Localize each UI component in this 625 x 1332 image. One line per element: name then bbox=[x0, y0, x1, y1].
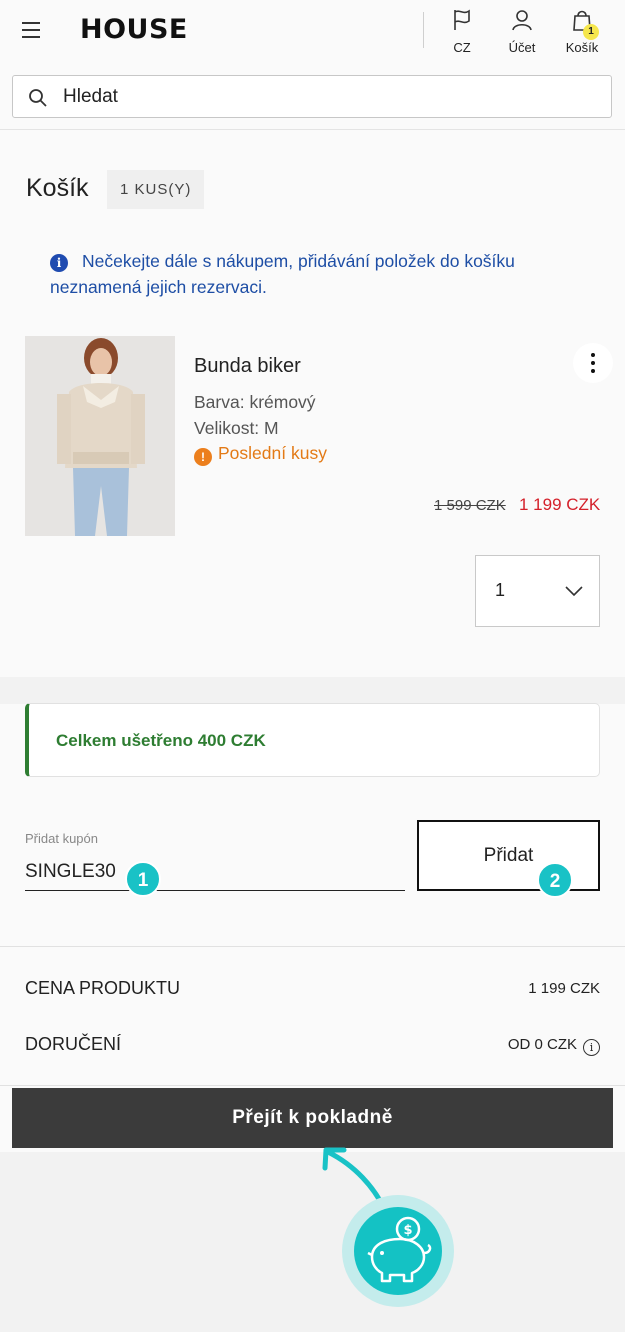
product-image[interactable] bbox=[25, 336, 175, 536]
header: HOUSE CZ Účet 1 Košík bbox=[0, 0, 625, 130]
cart-label: Košík bbox=[565, 40, 599, 55]
product-price-label: CENA PRODUKTU bbox=[25, 978, 181, 998]
chevron-down-icon bbox=[565, 586, 583, 597]
country-selector[interactable]: CZ bbox=[434, 8, 490, 55]
divider bbox=[0, 1085, 625, 1086]
quantity-value: 1 bbox=[495, 580, 506, 600]
header-divider bbox=[423, 12, 424, 48]
user-icon bbox=[512, 10, 532, 31]
sale-price: 1 199 CZK bbox=[519, 495, 601, 514]
product-color: Barva: krémový bbox=[194, 392, 316, 412]
delivery-label: DORUČENÍ bbox=[25, 1034, 122, 1054]
menu-icon[interactable] bbox=[22, 22, 40, 38]
step-marker-2: 2 bbox=[537, 862, 573, 898]
search-bar[interactable] bbox=[12, 75, 612, 118]
savings-box: Celkem ušetřeno 400 CZK bbox=[25, 703, 600, 777]
product-size: Velikost: M bbox=[194, 418, 279, 438]
account-link[interactable]: Účet bbox=[494, 8, 550, 55]
page-title: Košík bbox=[26, 174, 89, 202]
checkout-button[interactable]: Přejít k pokladně bbox=[12, 1088, 613, 1148]
item-count-badge: 1 KUS(Y) bbox=[107, 170, 205, 209]
divider bbox=[0, 946, 625, 947]
flag-icon bbox=[454, 9, 470, 30]
delivery-value: OD 0 CZK bbox=[507, 1036, 577, 1053]
logo[interactable]: HOUSE bbox=[80, 14, 188, 45]
svg-text:$: $ bbox=[403, 1223, 412, 1238]
cart-link[interactable]: 1 Košík bbox=[554, 8, 610, 55]
country-label: CZ bbox=[453, 40, 471, 55]
piggy-bank-icon: $ bbox=[367, 1216, 432, 1283]
product-price-value: 1 199 CZK bbox=[528, 980, 600, 997]
step-marker-1: 1 bbox=[125, 861, 161, 897]
search-input[interactable] bbox=[63, 85, 583, 109]
cart-count-badge: 1 bbox=[583, 24, 599, 40]
more-options-button[interactable] bbox=[573, 343, 613, 383]
coupon-label: Přidat kupón bbox=[25, 831, 98, 846]
section-separator bbox=[0, 677, 625, 704]
account-label: Účet bbox=[508, 40, 536, 55]
piggy-bank-badge: $ bbox=[342, 1195, 454, 1307]
product-name[interactable]: Bunda biker bbox=[194, 355, 301, 378]
delivery-value-row: OD 0 CZK i bbox=[508, 1036, 600, 1056]
savings-text: Celkem ušetřeno 400 CZK bbox=[56, 731, 266, 750]
original-price: 1 599 CZK bbox=[434, 497, 506, 514]
info-message: Nečekejte dále s nákupem, přidávání polo… bbox=[50, 251, 515, 297]
search-icon bbox=[29, 89, 47, 107]
stock-status: ! Poslední kusy bbox=[194, 443, 327, 466]
stock-status-label: Poslední kusy bbox=[218, 443, 327, 463]
warning-icon: ! bbox=[194, 448, 212, 466]
footer-area bbox=[0, 1152, 625, 1332]
info-circle-icon[interactable]: i bbox=[583, 1039, 600, 1056]
coupon-input[interactable] bbox=[25, 853, 405, 891]
quantity-select[interactable]: 1 bbox=[475, 555, 600, 627]
